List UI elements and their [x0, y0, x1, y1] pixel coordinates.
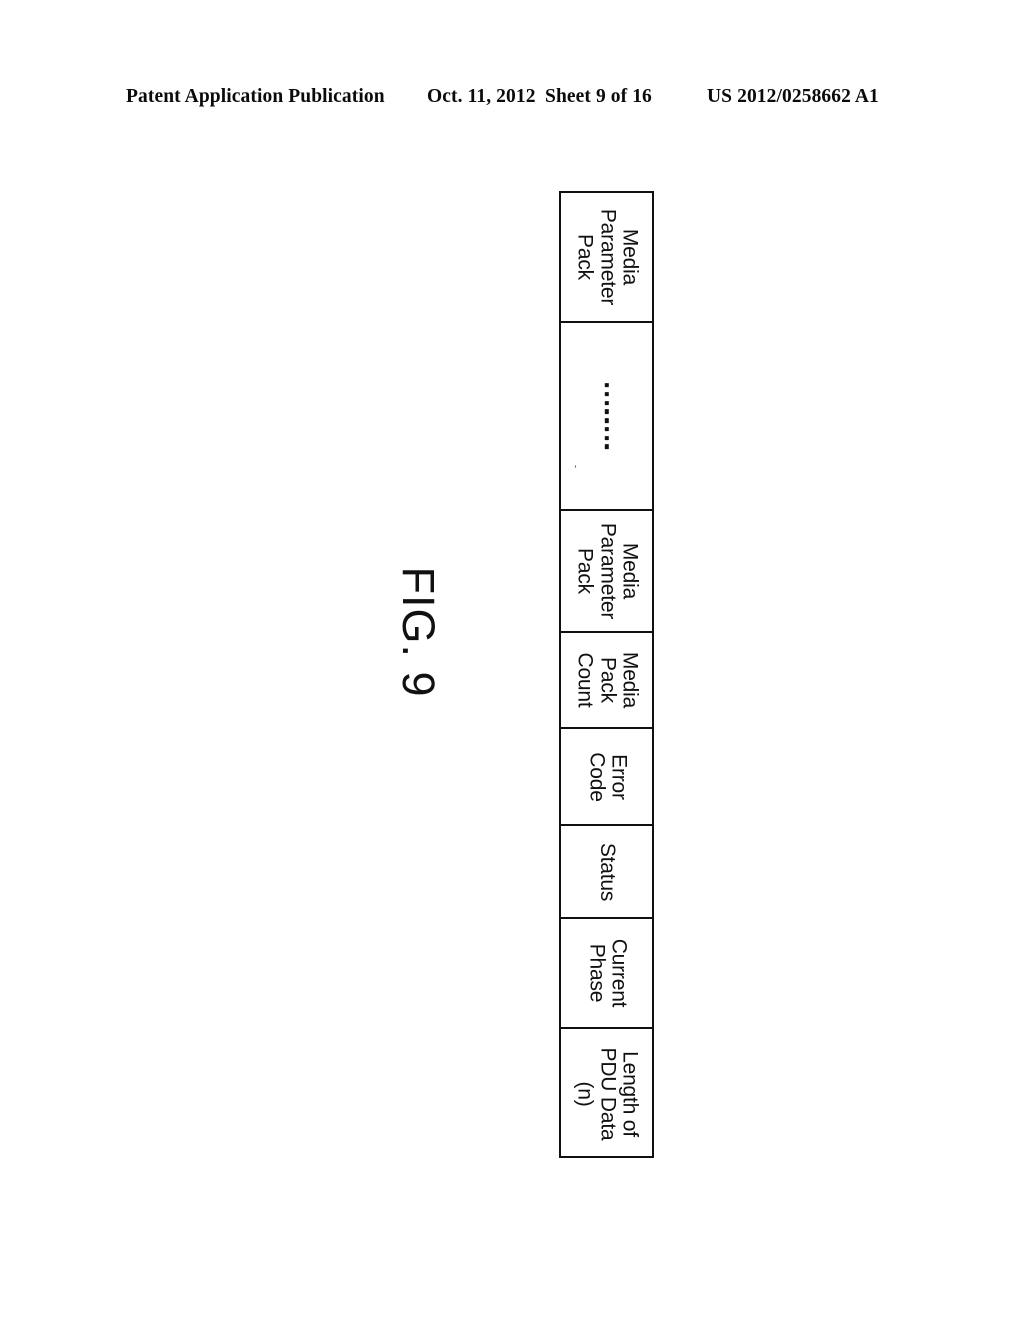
pdu-field-label-line: PDU Data [595, 1047, 619, 1140]
pdu-field-error-code: Error Code [561, 729, 652, 826]
pdu-field-label: Media Pack Count [573, 651, 642, 709]
document-number: US 2012/0258662 A1 [707, 86, 879, 107]
ellipsis-dot [604, 409, 609, 414]
pdu-field-media-parameter-pack-first: Media Parameter Pack [561, 511, 652, 633]
pdu-field-label-line: Length of [618, 1050, 642, 1137]
ellipsis-dot [604, 444, 609, 449]
pdu-field-label-line: Parameter [595, 522, 619, 620]
ellipsis-continuation-icon [604, 383, 609, 449]
publication-date: Oct. 11, 2012 [427, 86, 536, 107]
pdu-field-label-line: Media [618, 651, 642, 709]
pdu-field-label: Length of PDU Data (n) [573, 1047, 642, 1140]
pdu-field-label-line: (n) [573, 1080, 597, 1107]
pdu-field-continuation-ellipsis: ’ [561, 323, 652, 511]
pdu-field-label-line: Pack [573, 234, 597, 280]
pdu-field-label-line: Status [595, 842, 619, 901]
pdu-field-label-line: Current [606, 938, 630, 1008]
pdu-field-label: Current Phase [584, 938, 630, 1008]
ellipsis-dot [604, 383, 609, 388]
pdu-field-label-line: Error [606, 753, 630, 800]
pdu-field-label-line: Count [573, 652, 597, 708]
pdu-field-label-line: Phase [584, 943, 608, 1003]
pdu-field-label-line: Code [584, 751, 608, 802]
pdu-field-label: Media Parameter Pack [573, 522, 642, 620]
pdu-field-current-phase: Current Phase [561, 919, 652, 1029]
sheet-number: Sheet 9 of 16 [545, 86, 652, 107]
pdu-field-label: Status [595, 842, 619, 901]
scan-artifact-mark: ’ [574, 464, 577, 474]
publication-label: Patent Application Publication [126, 86, 385, 107]
patent-page-header: Patent Application Publication Oct. 11, … [0, 86, 1024, 116]
pdu-field-label: Error Code [584, 751, 630, 802]
pdu-field-status: Status [561, 826, 652, 919]
pdu-structure-diagram: Media Parameter Pack’ Media Parameter Pack Med… [559, 191, 654, 1158]
pdu-field-length-of-pdu-data: Length of PDU Data (n) [561, 1029, 652, 1158]
pdu-field-media-parameter-pack-last: Media Parameter Pack [561, 193, 652, 323]
ellipsis-dot [604, 400, 609, 406]
figure-caption: FIG. 9 [393, 566, 444, 698]
pdu-field-label-line: Media [618, 228, 642, 286]
pdu-field-media-pack-count: Media Pack Count [561, 633, 652, 729]
ellipsis-dot [604, 426, 609, 432]
pdu-field-label-line: Pack [573, 548, 597, 594]
pdu-field-label: Media Parameter Pack [573, 208, 642, 306]
ellipsis-dot [604, 418, 609, 423]
pdu-field-label-line: Parameter [595, 208, 619, 306]
ellipsis-dot [604, 435, 609, 441]
ellipsis-dot [604, 391, 609, 397]
pdu-field-label-line: Media [618, 542, 642, 600]
pdu-field-label-line: Pack [595, 657, 619, 703]
